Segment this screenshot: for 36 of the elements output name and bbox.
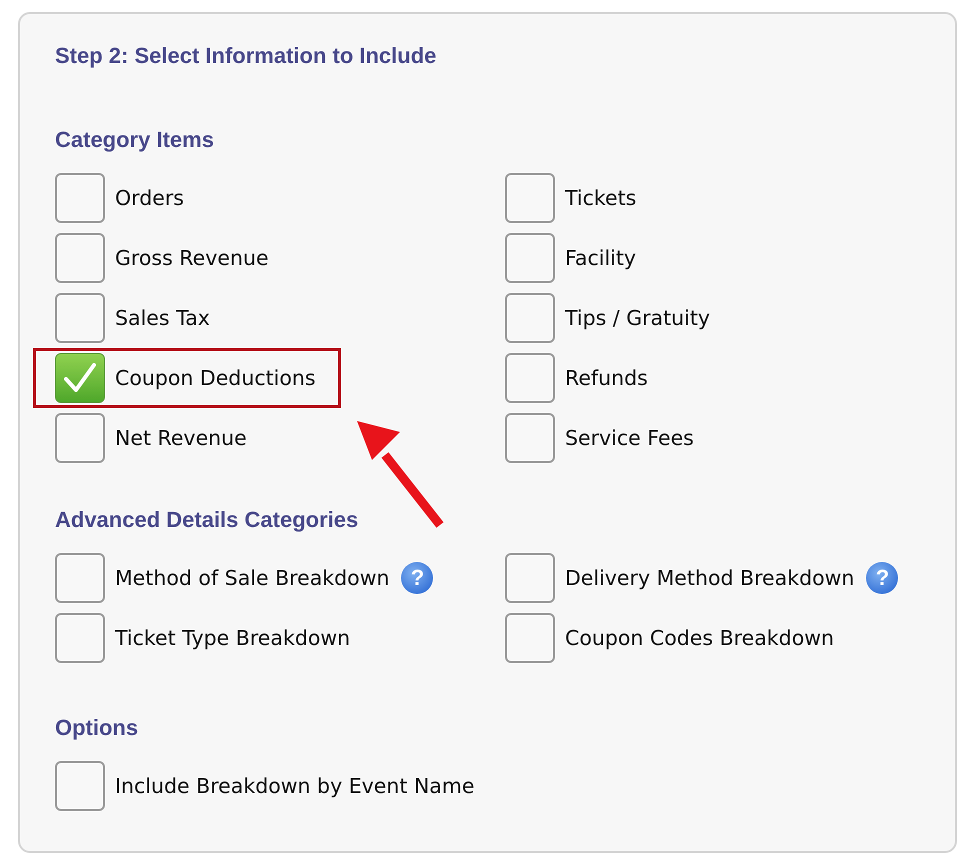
section-heading: Advanced Details Categories xyxy=(55,506,358,534)
checkbox[interactable] xyxy=(55,233,105,283)
checkbox-label: Tips / Gratuity xyxy=(565,304,710,332)
section-heading: Category Items xyxy=(55,126,214,154)
checkbox[interactable] xyxy=(55,293,105,343)
help-icon[interactable]: ? xyxy=(401,562,434,594)
checkbox-label: Method of Sale Breakdown xyxy=(115,564,390,592)
checkbox[interactable] xyxy=(55,173,105,223)
checkbox[interactable] xyxy=(55,553,105,603)
checkbox-label: Include Breakdown by Event Name xyxy=(115,772,474,800)
checkbox-label: Net Revenue xyxy=(115,424,247,452)
checkbox[interactable] xyxy=(55,613,105,663)
checkbox-label: Coupon Deductions xyxy=(115,364,316,392)
checkbox[interactable] xyxy=(505,553,555,603)
checkbox-label: Ticket Type Breakdown xyxy=(115,624,350,652)
step-title: Step 2: Select Information to Include xyxy=(55,42,436,70)
checkbox[interactable] xyxy=(505,293,555,343)
checkbox-label: Gross Revenue xyxy=(115,244,269,272)
checkbox-label: Sales Tax xyxy=(115,304,210,332)
checkbox-label: Facility xyxy=(565,244,636,272)
checkbox[interactable] xyxy=(505,353,555,403)
checkbox-label: Coupon Codes Breakdown xyxy=(565,624,834,652)
checkbox[interactable] xyxy=(505,413,555,463)
checkbox[interactable] xyxy=(505,173,555,223)
help-icon[interactable]: ? xyxy=(866,562,898,594)
checkbox-label: Delivery Method Breakdown xyxy=(565,564,854,592)
checkbox-label: Orders xyxy=(115,184,184,212)
checkbox[interactable] xyxy=(55,761,105,811)
checkbox[interactable] xyxy=(55,413,105,463)
checkbox-label: Tickets xyxy=(565,184,636,212)
checkbox-label: Refunds xyxy=(565,364,648,392)
checkbox[interactable] xyxy=(55,353,105,403)
checkbox[interactable] xyxy=(505,613,555,663)
checkbox-label: Service Fees xyxy=(565,424,694,452)
section-heading: Options xyxy=(55,714,138,742)
checkbox[interactable] xyxy=(505,233,555,283)
